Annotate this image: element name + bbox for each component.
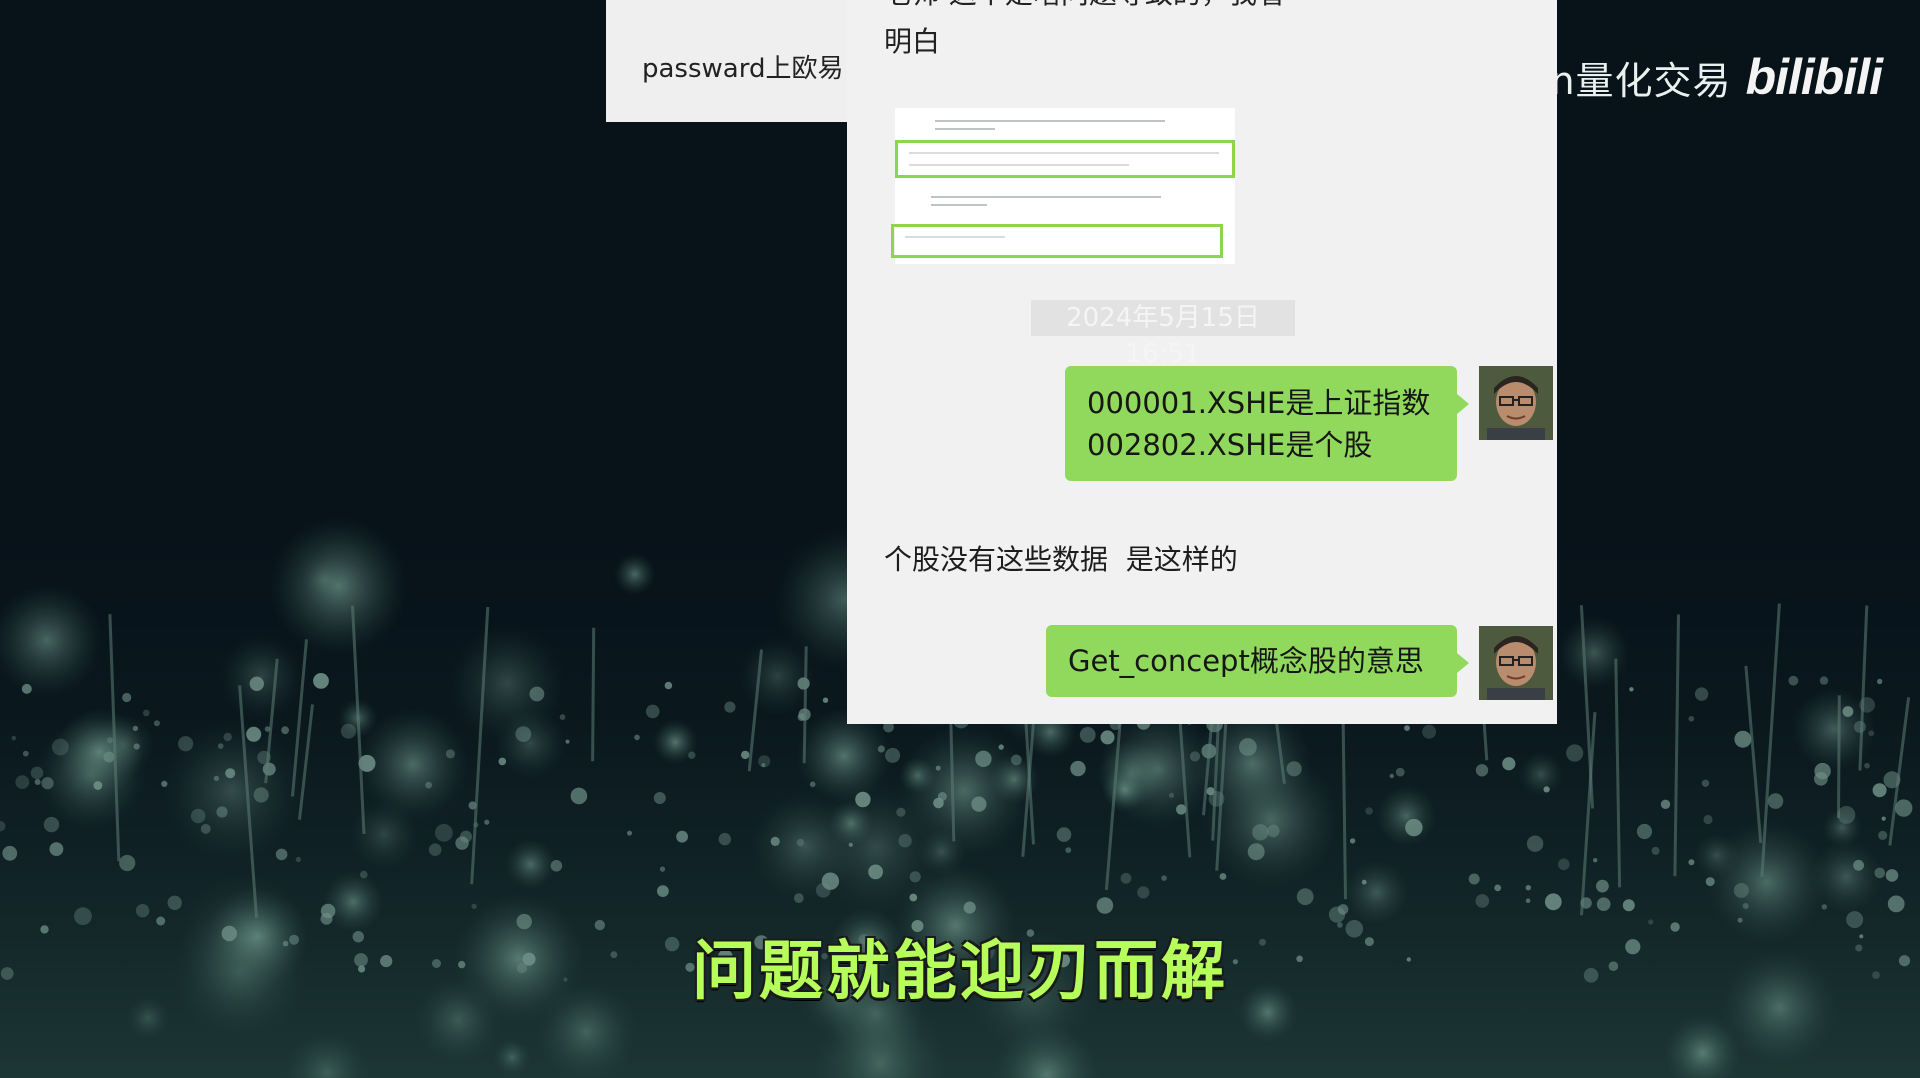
sent-message-bubble[interactable]: 000001.XSHE是上证指数 002802.XSHE是个股: [1065, 366, 1469, 481]
bilibili-watermark: n量化交易 bilibili: [1550, 48, 1883, 106]
message-line: Get_concept概念股的意思: [1068, 644, 1424, 678]
cropped-line-1: 老师 这个是啥问题导致的，我看: [884, 0, 1285, 18]
user-avatar-icon[interactable]: [1479, 366, 1553, 440]
channel-watermark-text: n量化交易: [1550, 58, 1732, 103]
message-line: 000001.XSHE是上证指数: [1087, 386, 1431, 420]
message-line: 002802.XSHE是个股: [1087, 428, 1373, 462]
video-subtitle: 问题就能迎刃而解: [692, 935, 1228, 1009]
partial-chat-card: passward上欧易: [606, 0, 849, 122]
cropped-message: 老师 这个是啥问题导致的，我看 明白: [884, 0, 1285, 66]
sent-message-bubble[interactable]: Get_concept概念股的意思: [1046, 625, 1469, 697]
message-timestamp: 2024年5月15日 16:51: [1031, 300, 1295, 369]
bilibili-logo: bilibili: [1745, 49, 1883, 105]
chat-window: 老师 这个是啥问题导致的，我看 明白 2024年5月15日 16:51 0000…: [847, 0, 1557, 724]
user-avatar-icon[interactable]: [1479, 626, 1553, 700]
partial-chat-text: passward上欧易: [642, 54, 844, 84]
code-screenshot-image[interactable]: [891, 108, 1235, 264]
cropped-line-2: 明白: [884, 25, 941, 58]
received-message[interactable]: 个股没有这些数据 是这样的: [884, 538, 1238, 578]
